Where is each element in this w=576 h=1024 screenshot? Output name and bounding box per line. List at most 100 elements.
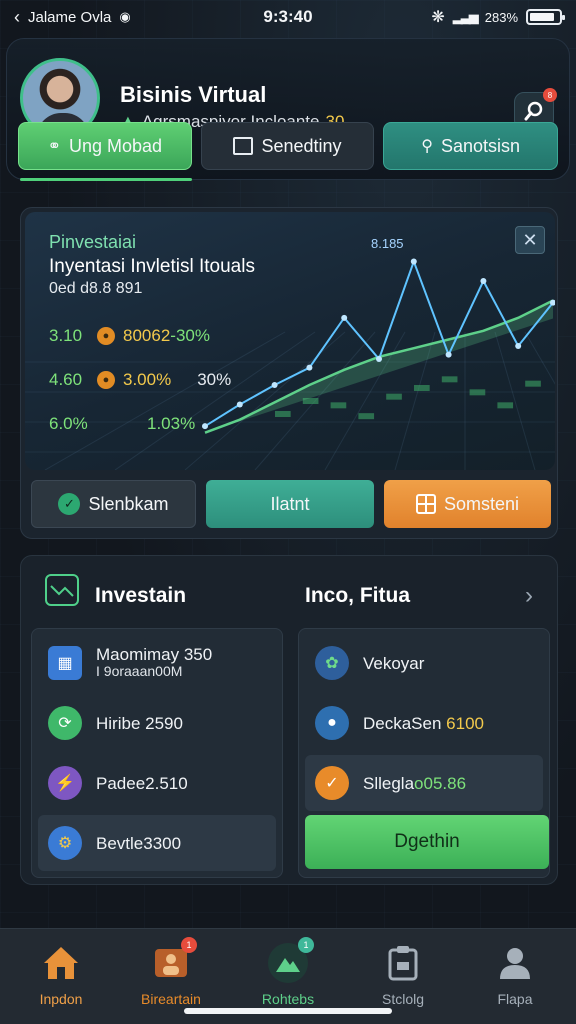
nav-badge: 1 (181, 937, 197, 953)
profile-icon (495, 943, 535, 983)
app-title: Bisinis Virtual (120, 82, 267, 107)
home-indicator[interactable] (184, 1008, 392, 1014)
list-item[interactable]: ⚡ Padee2.510 (38, 755, 276, 811)
chart-subtitle: Inyentasi Invletisl Itouals (49, 256, 255, 277)
chevron-right-icon[interactable]: › (525, 582, 533, 610)
document-icon (233, 137, 254, 155)
battery-icon (526, 9, 565, 25)
chart-bar (469, 389, 486, 396)
home-shape (44, 947, 78, 979)
clipboard-shape (388, 946, 418, 981)
list-item[interactable]: ● DeckaSen 6100 (305, 695, 543, 751)
item-label: DeckaSen (363, 713, 442, 733)
nav-item-inpdon[interactable]: Inpdon (6, 943, 116, 1007)
button-label: Ilatnt (270, 493, 310, 514)
list-item-label: Slleglao05.86 (363, 775, 466, 792)
list-item[interactable]: ⟳ Hiribe 2590 (38, 695, 276, 751)
data-point (410, 258, 417, 265)
list-item[interactable]: ✓ Slleglao05.86 (305, 755, 543, 811)
trend-line-icon (50, 585, 74, 597)
item-label: Hiribe 2590 (96, 713, 183, 733)
chat-bubble-icon: ⚭ (47, 138, 61, 155)
home-icon (41, 943, 81, 983)
data-point (306, 364, 313, 371)
chart-peak-label: 8.185 (371, 236, 404, 251)
nav-badge: 1 (298, 937, 314, 953)
somsteni-button[interactable]: Somsteni (384, 480, 551, 528)
chart-bar (441, 376, 458, 383)
list-item[interactable]: ⚙ Bevtle3300 (38, 815, 276, 871)
stat-row: 4.60 ● 3.00% 30% (49, 370, 231, 390)
person-icon: ⚲ (421, 138, 433, 155)
nav-item-stclolg[interactable]: Stclolg (348, 943, 458, 1007)
gear-icon: ⚙ (48, 826, 82, 860)
button-label: Slenbkam (88, 493, 169, 514)
status-time: 9:3:40 (263, 7, 313, 26)
apple-icon: ● (315, 706, 349, 740)
status-left: ‹ Jalame Ovla ◉ (14, 7, 131, 28)
person-board-icon: 1 (151, 937, 197, 983)
list-item[interactable]: ✿ Vekoyar (305, 635, 543, 691)
data-point (236, 401, 243, 408)
tab-ung-mobad[interactable]: ⚭ Ung Mobad (18, 122, 192, 170)
carrier-label: Jalame Ovla (28, 8, 112, 26)
item-label: Sllegla (363, 773, 415, 793)
status-bar: ‹ Jalame Ovla ◉ 9:3:40 ❋ ▂▃▅ 283% (0, 0, 576, 34)
grid-line (44, 331, 286, 470)
investment-list-right: ✿ Vekoyar ● DeckaSen 6100 ✓ Slleglao05.8… (298, 628, 550, 878)
dgethin-button[interactable]: Dgethin (305, 815, 549, 869)
stat-value: 6.0% (49, 414, 88, 433)
item-label: Padee2.510 (96, 773, 188, 793)
item-label: Bevtle3300 (96, 833, 182, 853)
search-icon (524, 101, 543, 121)
tab-label: Senedtiny (261, 135, 342, 156)
list-item[interactable]: ▦ Maomimay 350 I 9oraaan00M (38, 635, 276, 691)
item-accent: o05.86 (414, 773, 467, 793)
chart-button-row: ✓ Slenbkam Ilatnt Somsteni (31, 480, 551, 528)
check-icon: ✓ (315, 766, 349, 800)
ilatnt-button[interactable]: Ilatnt (206, 480, 374, 528)
mountain-icon: 1 (268, 937, 314, 983)
stat-pct: 30% (197, 370, 232, 389)
close-icon[interactable]: ✕ (515, 226, 545, 254)
chart-bar (386, 393, 402, 400)
wifi-icon: ◉ (119, 9, 131, 24)
chart-trend-icon (45, 574, 79, 606)
active-tab-indicator (20, 178, 192, 181)
slenbkam-button[interactable]: ✓ Slenbkam (31, 480, 196, 528)
nav-label: Stclolg (381, 991, 425, 1007)
investment-panel: Investain Inco, Fitua › ▦ Maomimay 350 I… (20, 555, 558, 885)
nav-label: Inpdon (39, 991, 83, 1007)
data-point (376, 356, 382, 362)
stat-amount: 1.03% (147, 414, 196, 433)
coin-icon: ● (97, 327, 115, 345)
chart-bar (497, 402, 514, 409)
nav-label: Flapa (497, 991, 533, 1007)
coin-icon: ● (97, 371, 115, 389)
chart-bar (525, 380, 541, 387)
item-accent: 6100 (446, 713, 484, 733)
item-label: Vekoyar (363, 653, 425, 673)
lightning-icon: ⚡ (48, 766, 82, 800)
tab-sanotsisn[interactable]: ⚲ Sanotsisn (383, 122, 559, 170)
item-sub: I 9oraaan00M (96, 663, 183, 679)
chart-title: Pinvestaiai (49, 232, 137, 252)
nav-label: Rohtebs (261, 991, 315, 1007)
nav-item-flapa[interactable]: Flapa (460, 943, 570, 1007)
nav-item-bireartain[interactable]: 1 Bireartain (116, 937, 226, 1007)
back-arrow-icon[interactable]: ‹ (14, 7, 20, 28)
check-icon: ✓ (58, 493, 81, 515)
tab-senedtiny[interactable]: Senedtiny (200, 122, 375, 170)
investment-title-2: Inco, Fitua (305, 584, 410, 607)
series-area (205, 300, 553, 433)
tab-label: Sanotsisn (441, 135, 521, 156)
signal-icon: ▂▃▅ (452, 9, 479, 24)
chart-area: Pinvestaiai Inyentasi Invletisl Itouals … (25, 212, 555, 470)
chart-card: Pinvestaiai Inyentasi Invletisl Itouals … (20, 207, 558, 539)
chart-meta: 0ed d8.8 891 (49, 280, 143, 297)
notification-badge: 8 (543, 88, 557, 102)
item-label: Maomimay 350 (96, 645, 213, 664)
nav-item-rohtebs[interactable]: 1 Rohtebs (233, 937, 343, 1007)
tab-label: Ung Mobad (69, 135, 163, 156)
nav-label: Bireartain (141, 991, 201, 1007)
